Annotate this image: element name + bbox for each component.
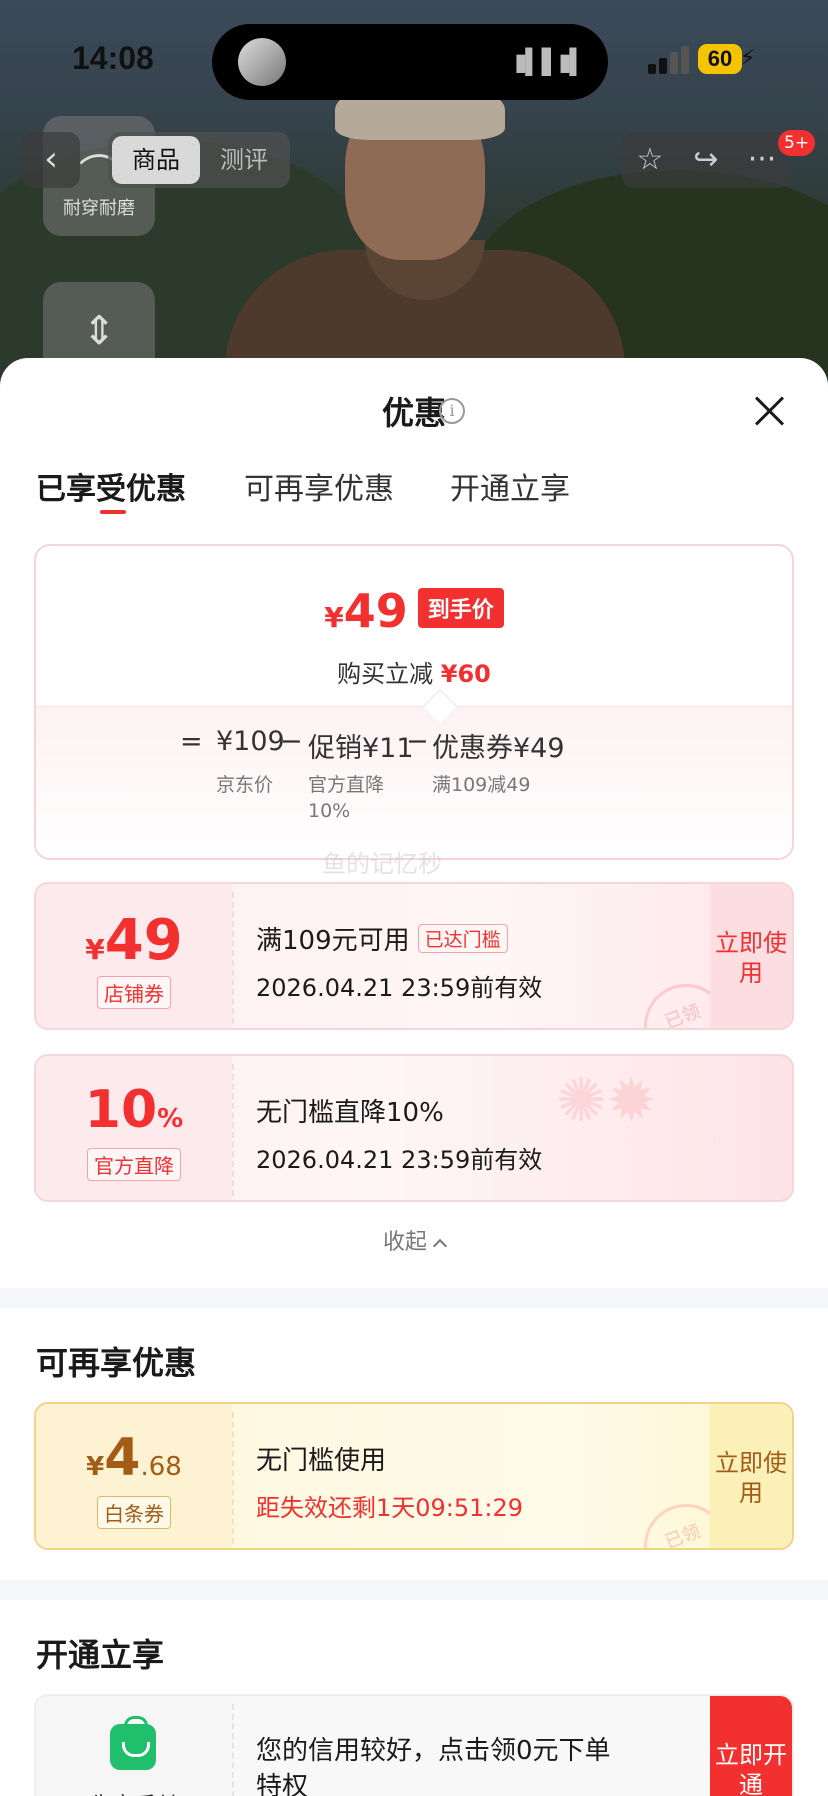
coupon-value: 10%	[36, 1080, 232, 1140]
coupon-expiry: 2026.04.21 23:59前有效	[256, 974, 543, 1002]
section-title: 开通立享	[36, 1636, 165, 1674]
tab-product[interactable]: 商品	[112, 136, 200, 184]
minus-sign: −	[406, 726, 429, 757]
currency-symbol: ¥	[85, 933, 105, 966]
activate-now-button[interactable]: 立即开通	[710, 1696, 792, 1796]
promo-discount-label: 官方直降10%	[308, 774, 385, 822]
section-divider	[0, 1288, 828, 1308]
currency-symbol: ¥	[86, 1452, 105, 1482]
coupon-value-panel: ¥4.68 白条券	[36, 1404, 232, 1548]
coupon-amount: 4	[104, 1428, 141, 1488]
coupon-value: ¥49	[36, 908, 232, 973]
pay-later-desc: 您的信用较好，点击领0元下单	[256, 1736, 611, 1766]
tab-indicator	[100, 510, 126, 514]
coupon-divider	[232, 1704, 234, 1796]
use-now-button[interactable]: 立即使用	[710, 1404, 792, 1548]
tab-activate[interactable]: 开通立享	[450, 464, 570, 508]
discount-sheet: 优惠 i 已享受优惠 可再享优惠 开通立享 ¥49 到手价 购买立减 ¥60 = …	[0, 358, 828, 1796]
coupon-card: ¥4.68 白条券 无门槛使用 距失效还剩1天09:51:29 已领 立即使用	[34, 1402, 794, 1550]
coupon-discount: 优惠券¥49	[432, 733, 565, 764]
firework-icon: ✺✹	[556, 1066, 657, 1136]
star-icon[interactable]: ☆	[622, 132, 678, 188]
signal-icon	[648, 44, 690, 74]
coupon-card: 10% 官方直降 无门槛直降10% 2026.04.21 23:59前有效 ✺✹	[34, 1054, 794, 1202]
coupon-divider	[232, 1412, 234, 1544]
coupon-amount: 49	[104, 908, 183, 973]
minus-sign: −	[280, 726, 303, 757]
use-now-button[interactable]: 立即使用	[710, 884, 792, 1028]
list-price-label: 京东价	[216, 774, 274, 796]
coupon-chip-wrap: 店铺券	[36, 976, 232, 1009]
model-figure	[225, 60, 625, 380]
reduce-label: 购买立减	[337, 660, 434, 688]
pay-later-desc-cont: 特权	[256, 1772, 309, 1796]
coupon-divider	[232, 1064, 234, 1196]
collapse-button[interactable]: 收起	[0, 1224, 828, 1256]
coupon-chip-wrap: 官方直降	[36, 1148, 232, 1181]
back-button[interactable]: ‹	[22, 132, 80, 188]
coupon-condition: 满109元可用 已达门槛	[256, 920, 508, 957]
pay-later-label: 先享后付	[36, 1788, 232, 1796]
price-breakdown: = ¥109 京东价 − 促销¥11 官方直降10% − 优惠券¥49 满109…	[180, 726, 766, 826]
final-price: ¥49 到手价	[36, 584, 792, 638]
reduce-value: ¥60	[440, 660, 491, 688]
dynamic-island: ▮▍▌▮▍	[212, 24, 608, 100]
coupon-countdown: 距失效还剩1天09:51:29	[256, 1494, 524, 1522]
coupon-expiry: 2026.04.21 23:59前有效	[256, 1146, 543, 1174]
coupon-amount: 10	[84, 1080, 158, 1140]
close-icon[interactable]	[752, 394, 786, 428]
battery-icon: 60	[698, 44, 742, 74]
reduce-summary: 购买立减 ¥60	[36, 654, 792, 689]
price-summary-card: ¥49 到手价 购买立减 ¥60 = ¥109 京东价 − 促销¥11 官方直降1…	[34, 544, 794, 860]
shopping-bag-icon	[110, 1716, 156, 1770]
list-price: ¥109	[216, 726, 285, 757]
stretch-icon: ⇕	[82, 308, 116, 354]
coupon-type-chip: 店铺券	[97, 976, 171, 1009]
coupon-divider	[232, 892, 234, 1024]
sheet-title: 优惠	[381, 394, 446, 432]
collapse-label: 收起	[382, 1230, 427, 1255]
coupon-value-panel: ¥49 店铺券	[36, 884, 232, 1028]
coupon-type-chip: 白条券	[97, 1496, 171, 1529]
pay-later-panel: 先享后付	[36, 1696, 232, 1796]
final-price-tag: 到手价	[417, 588, 504, 628]
section-title: 可再享优惠	[36, 1344, 197, 1382]
coupon-value-panel: 10% 官方直降	[36, 1056, 232, 1200]
coupon-card: ¥49 店铺券 满109元可用 已达门槛 2026.04.21 23:59前有效 …	[34, 882, 794, 1030]
promo-discount: 促销¥11	[308, 733, 414, 764]
audio-wave-icon: ▮▍▌▮▍	[514, 48, 588, 76]
status-time: 14:08	[72, 40, 154, 76]
info-icon[interactable]: i	[439, 398, 465, 424]
coupon-condition: 无门槛直降10%	[256, 1098, 444, 1128]
equals-sign: =	[180, 726, 203, 757]
coupon-type-chip: 官方直降	[87, 1148, 181, 1181]
coupon-value: ¥4.68	[36, 1428, 232, 1488]
coupon-condition-text: 满109元可用	[256, 926, 410, 956]
section-divider	[0, 1580, 828, 1600]
charging-icon: ⚡	[740, 46, 756, 71]
coupon-discount-label: 满109减49	[432, 774, 531, 796]
tab-more-available[interactable]: 可再享优惠	[244, 464, 394, 508]
final-price-value: 49	[343, 584, 408, 638]
chevron-left-icon: ‹	[44, 139, 58, 179]
coupon-condition: 无门槛使用	[256, 1446, 387, 1476]
share-icon[interactable]: ↪	[678, 132, 734, 188]
threshold-reached-tag: 已达门槛	[417, 924, 508, 953]
currency-symbol: ¥	[324, 601, 344, 634]
chevron-up-icon	[432, 1238, 448, 1254]
coupon-amount-decimal: .68	[140, 1452, 182, 1482]
percent-unit: %	[157, 1104, 184, 1134]
tab-review[interactable]: 测评	[200, 136, 288, 184]
nav-actions: ☆ ↪ ···	[622, 132, 790, 188]
message-badge: 5+	[778, 130, 816, 156]
watermark: 鱼的记忆秒	[322, 850, 442, 878]
view-switcher: 商品 测评	[108, 132, 290, 188]
avatar	[238, 38, 286, 86]
coupon-chip-wrap: 白条券	[36, 1496, 232, 1529]
tab-enjoyed[interactable]: 已享受优惠	[36, 464, 186, 508]
pay-later-card: 先享后付 您的信用较好，点击领0元下单 特权 立即开通	[34, 1694, 794, 1796]
feature-label: 耐穿耐磨	[63, 198, 135, 219]
